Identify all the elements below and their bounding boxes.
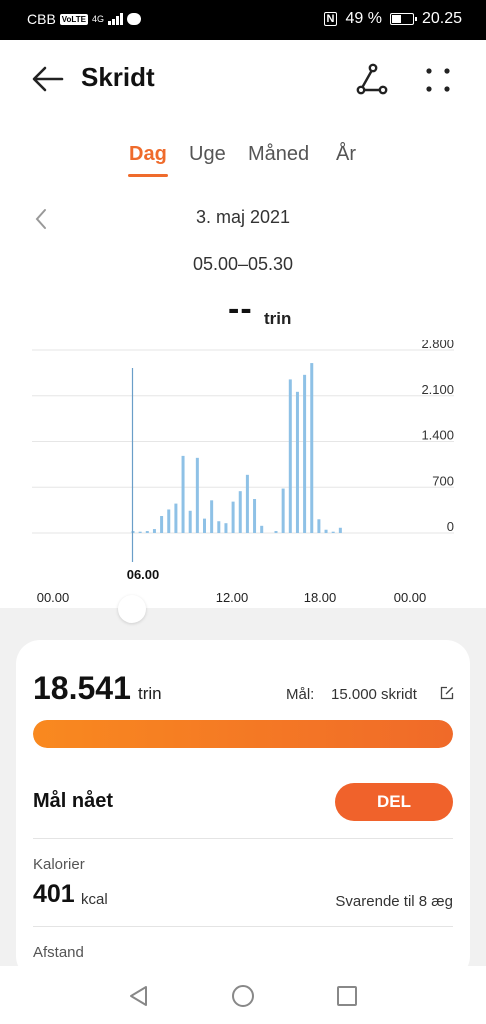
goal-achieved-label: Mål nået (33, 790, 114, 812)
status-left: CBB VoLTE 4G (27, 11, 141, 27)
chart-bar (188, 510, 192, 533)
chart-bar (260, 525, 264, 533)
x-tick-label: 00.00 (37, 590, 70, 605)
chart-scrubber-handle[interactable] (118, 595, 146, 623)
volte-badge: VoLTE (59, 13, 88, 25)
edit-goal-icon[interactable] (440, 686, 454, 700)
divider (33, 838, 453, 839)
battery-icon (389, 13, 417, 25)
chart-bar (224, 523, 228, 533)
distance-label: Afstand (33, 944, 84, 961)
active-tab-indicator (128, 174, 168, 177)
selected-steps-unit: trin (264, 309, 292, 328)
period-tabs: Dag Uge Måned År (0, 140, 486, 180)
goal-value: 15.000 skridt (331, 686, 417, 703)
chart-bar (281, 488, 285, 533)
y-tick-label: 0 (447, 519, 454, 534)
date-label: 3. maj 2021 (195, 207, 291, 227)
back-triangle-icon[interactable] (126, 983, 152, 1009)
signal-icon (107, 13, 123, 25)
nfc-icon: N (323, 12, 338, 26)
page-title: Skridt (81, 62, 155, 92)
message-icon (126, 13, 141, 25)
divider (33, 926, 453, 927)
chart-bar (203, 518, 206, 533)
battery-text: 49 % (345, 10, 382, 27)
tab-month[interactable]: Måned (248, 143, 309, 166)
chart-bar (303, 374, 307, 533)
summary-card: 18.541 trin Mål: 15.000 skridt Mål nået … (16, 640, 470, 980)
chart-bar (317, 519, 321, 533)
chart-bar (295, 391, 299, 533)
tab-year[interactable]: År (336, 143, 356, 166)
chart-bar (195, 457, 199, 533)
chart-bar (331, 531, 335, 533)
carrier-label: CBB (27, 11, 56, 27)
chart-bar (288, 379, 292, 533)
chart-bar (253, 499, 257, 533)
y-tick-label: 2.100 (421, 382, 454, 397)
total-steps-unit: trin (138, 684, 162, 703)
goal-label: Mål: (286, 686, 315, 703)
recent-square-icon[interactable] (334, 983, 360, 1009)
chart-bar (324, 529, 328, 533)
calories-value: 401 (33, 880, 75, 908)
chart-bar (310, 363, 314, 533)
x-tick-label: 00.00 (394, 590, 427, 605)
tab-week[interactable]: Uge (189, 143, 226, 166)
chart-bar (174, 503, 178, 533)
steps-chart[interactable]: 2.800 2.100 1.400 700 0 00.00 06.00 12.00 18.00 0… (0, 340, 486, 610)
chart-bar (231, 501, 235, 533)
goal-progress-bar (33, 720, 453, 748)
chart-bar (181, 455, 185, 533)
status-bar: CBB VoLTE 4G N 49 % 20.25 (0, 0, 486, 40)
goal-progress-fill (33, 720, 453, 748)
calories-equivalent: Svarende til 8 æg (335, 893, 453, 910)
chart-bar (238, 491, 242, 533)
status-right: N 49 % 20.25 (323, 10, 462, 28)
chart-bar (145, 531, 149, 533)
tab-day[interactable]: Dag (129, 143, 167, 166)
clock: 20.25 (421, 10, 462, 27)
share-button[interactable]: DEL (335, 783, 453, 821)
chart-bar (274, 531, 278, 533)
chart-bar (245, 474, 249, 533)
home-circle-icon[interactable] (230, 983, 256, 1009)
system-navigation-bar (0, 966, 486, 1024)
route-icon[interactable] (354, 62, 390, 98)
calories-label: Kalorier (33, 856, 85, 873)
selected-steps-value: -- (228, 290, 253, 328)
x-tick-label: 18.00 (304, 590, 337, 605)
total-steps: 18.541 (33, 670, 131, 706)
more-options-icon[interactable] (420, 62, 456, 98)
chart-bar (210, 500, 214, 533)
network-label: 4G (91, 14, 104, 24)
app-bar: Skridt (0, 40, 486, 120)
chart-bar (217, 521, 221, 533)
chart-bar (138, 531, 142, 533)
calories-unit: kcal (81, 891, 108, 908)
x-tick-label-selected: 06.00 (127, 567, 160, 582)
chart-bar (338, 527, 342, 533)
back-arrow-icon[interactable] (30, 63, 66, 95)
chart-bar (160, 516, 164, 533)
chart-bar (152, 529, 156, 533)
time-range-label: 05.00–05.30 (192, 254, 294, 274)
y-tick-label: 1.400 (421, 428, 454, 443)
x-tick-label: 12.00 (216, 590, 249, 605)
y-tick-label: 700 (432, 473, 454, 488)
chart-bar (167, 509, 171, 533)
y-tick-label: 2.800 (421, 340, 454, 351)
